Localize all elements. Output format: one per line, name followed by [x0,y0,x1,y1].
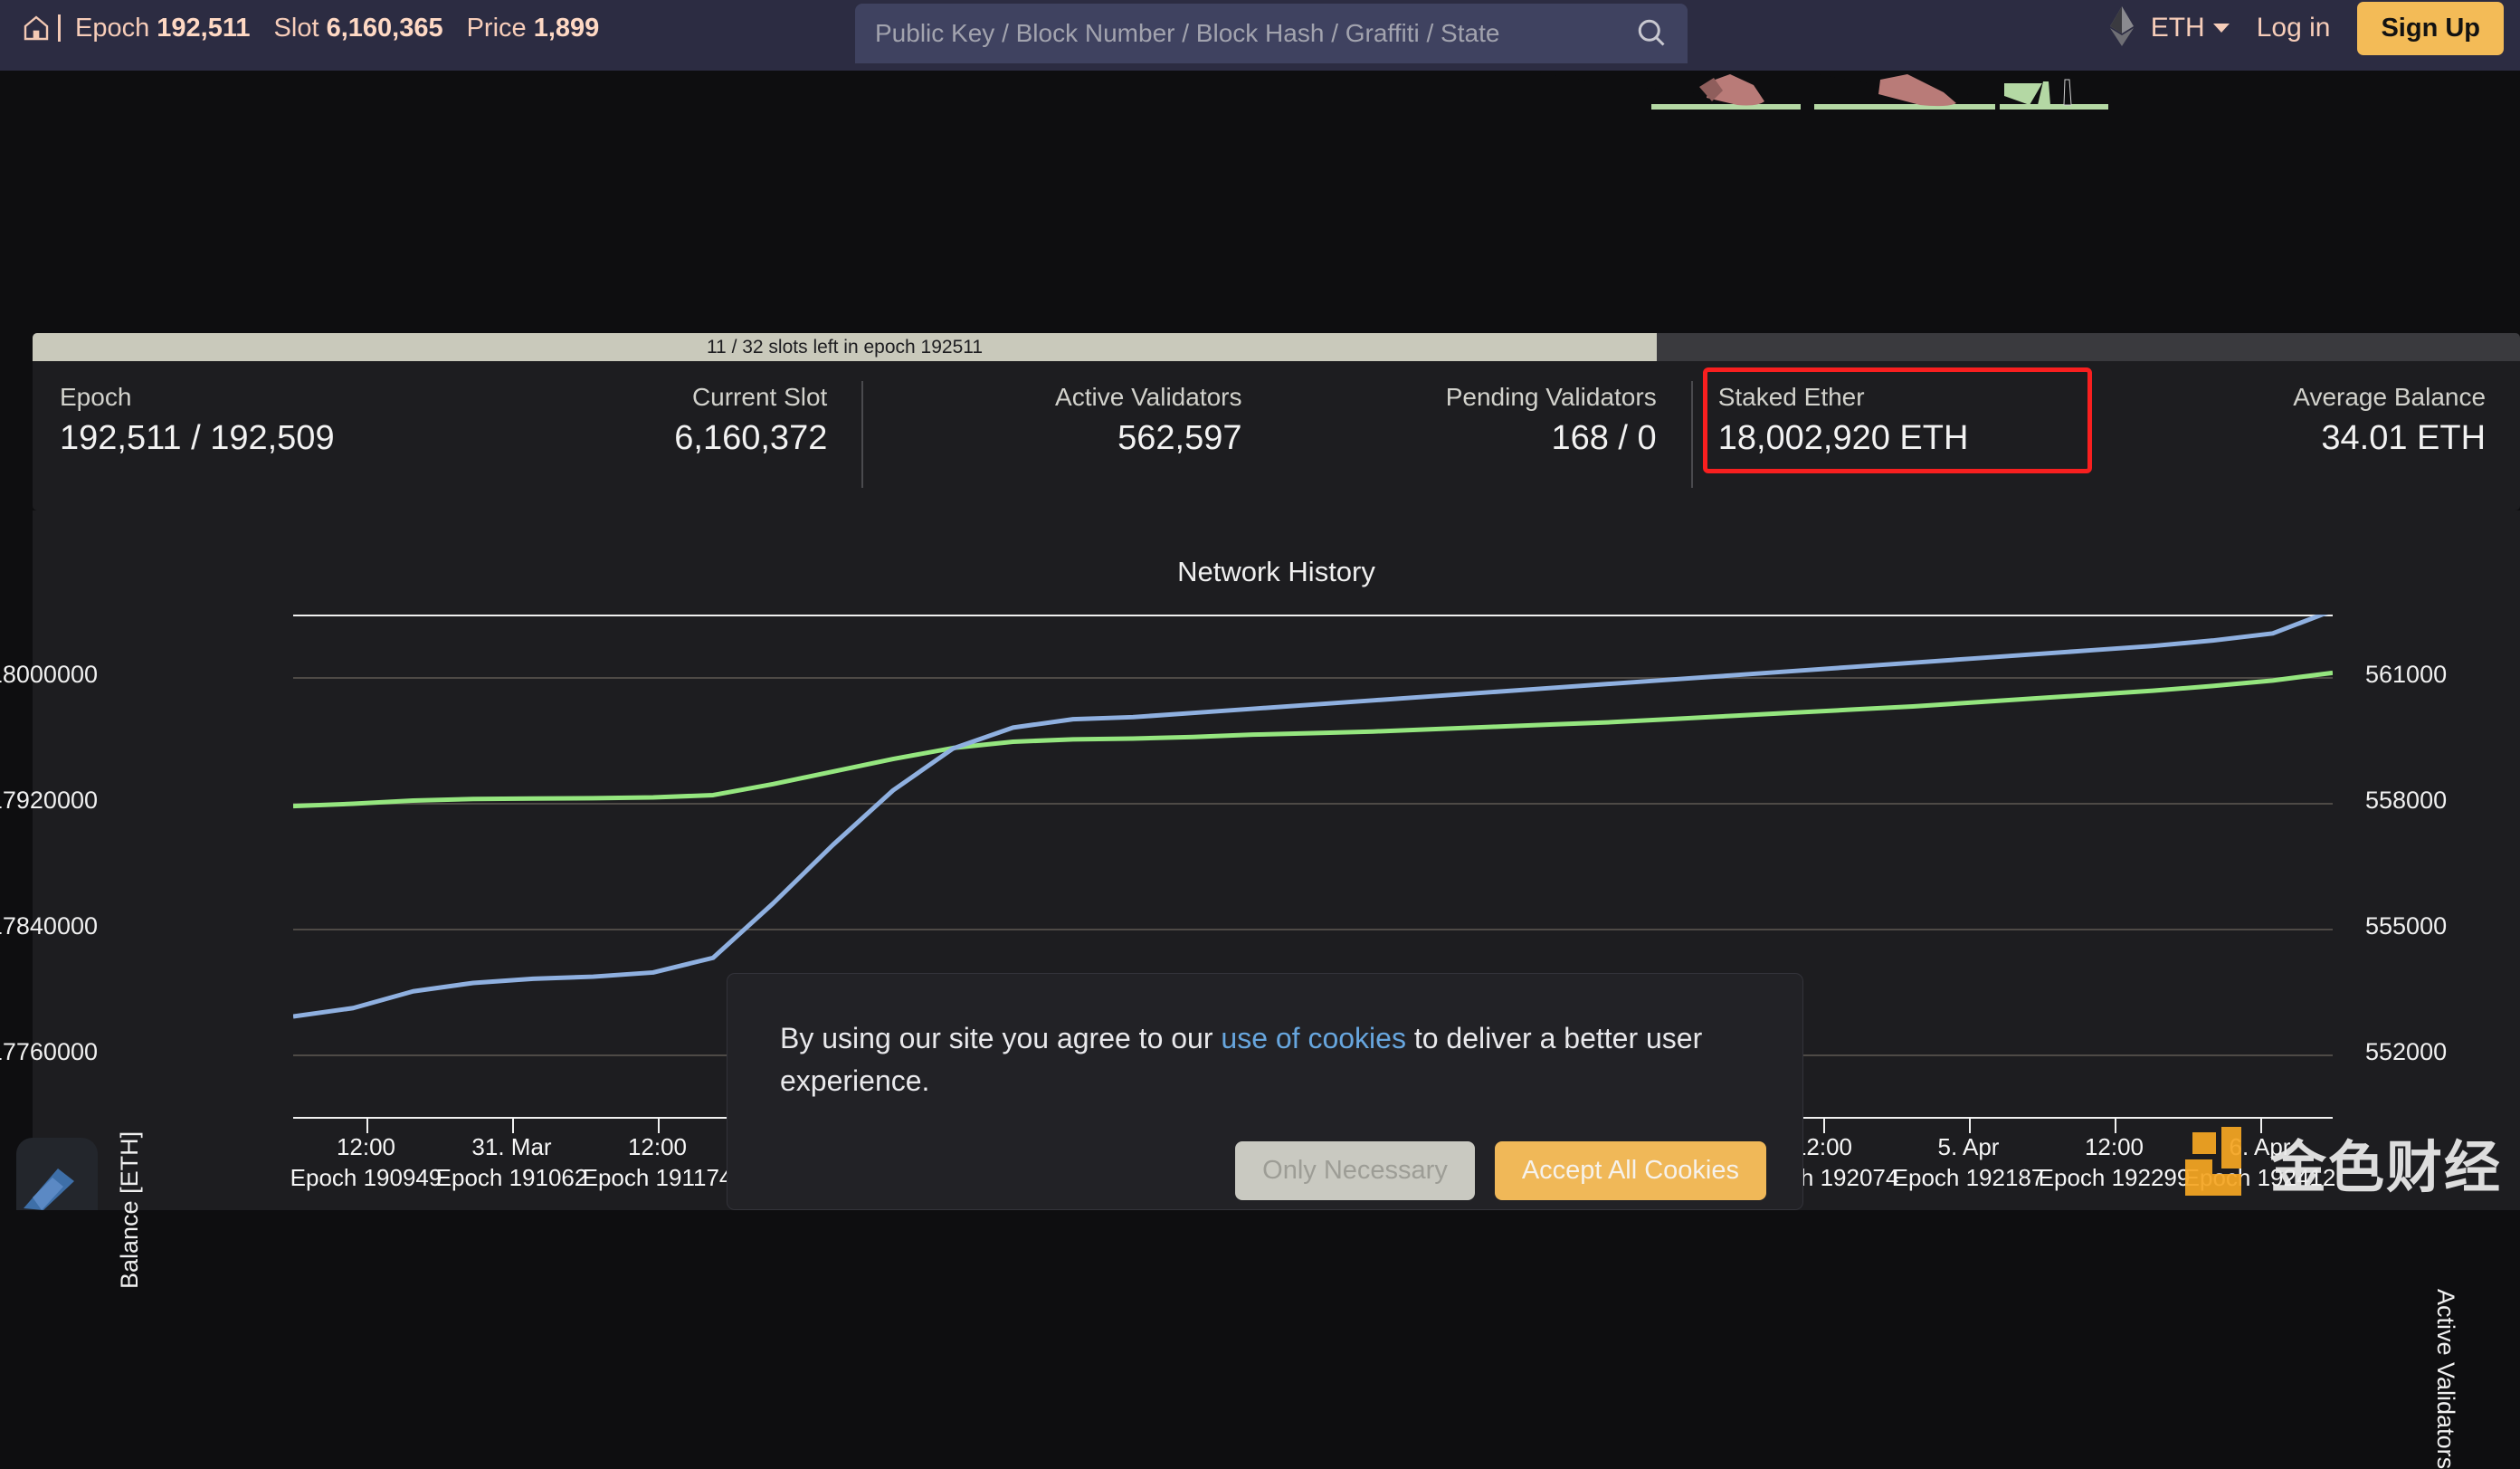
accept-all-cookies-button[interactable]: Accept All Cookies [1495,1141,1766,1200]
login-link[interactable]: Log in [2257,13,2331,43]
currency-selector-label: ETH [2151,13,2205,43]
cookie-consent-banner: By using our site you agree to our use o… [727,973,1803,1210]
home-icon[interactable] [20,12,52,44]
chart-x-tick-date: 5. Apr [1938,1133,2000,1160]
header-right-nav: ETH Log in Sign Up [2109,0,2504,56]
header-stat-epoch[interactable]: Epoch 192,511 [75,14,251,43]
stat-card-current-slot[interactable]: Current Slot 6,160,372 [447,361,861,510]
stat-cards-row: Epoch 192,511 / 192,509 Current Slot 6,1… [33,361,2520,510]
chart-y2-tick-label: 561000 [2365,661,2447,689]
cookie-banner-actions: Only Necessary Accept All Cookies [1235,1141,1766,1200]
chart-y-tick-label: 17920000 [0,787,98,815]
stat-card-active-validators-value: 562,597 [861,419,1276,458]
stat-card-average-balance-value: 34.01 ETH [2106,419,2520,458]
cookie-banner-text: By using our site you agree to our use o… [727,974,1802,1103]
chart-title: Network History [33,510,2520,588]
stat-divider [861,381,863,488]
stat-card-staked-ether-label: Staked Ether [1691,383,2106,412]
chart-y2-axis-title: Active Validators [2431,1289,2459,1469]
header-stat-slot-value: 6,160,365 [327,14,443,43]
corner-widget-icon[interactable] [16,1138,98,1210]
chart-y-tick-label: 17840000 [0,912,98,940]
search-bar[interactable] [855,4,1688,63]
stat-card-epoch[interactable]: Epoch 192,511 / 192,509 [33,361,447,510]
stat-card-average-balance-label: Average Balance [2106,383,2520,412]
currency-selector[interactable]: ETH [2151,13,2230,43]
stat-card-pending-validators-value: 168 / 0 [1277,419,1691,458]
walking-feet-illustration [0,56,2520,112]
stat-card-average-balance[interactable]: Average Balance 34.01 ETH [2106,361,2520,510]
watermark: 金色财经 [2185,1121,2502,1203]
stat-card-current-slot-label: Current Slot [447,383,861,412]
search-icon[interactable] [1635,16,1668,53]
chart-y-tick-label: 18000000 [0,661,98,689]
network-stats-panel: 11 / 32 slots left in epoch 192511 Epoch… [33,333,2520,510]
only-necessary-button[interactable]: Only Necessary [1235,1141,1475,1200]
stat-divider [1691,381,1693,488]
header-stat-price-value: 1,899 [534,14,600,43]
chart-y2-tick-label: 552000 [2365,1038,2447,1066]
stat-card-current-slot-value: 6,160,372 [447,419,861,458]
epoch-progress-bar: 11 / 32 slots left in epoch 192511 [33,333,2520,361]
header-stat-slot-label: Slot [274,14,319,43]
chevron-down-icon [2213,24,2230,33]
stat-card-pending-validators-label: Pending Validators [1277,383,1691,412]
header-stat-epoch-label: Epoch [75,14,149,43]
epoch-progress-label: 11 / 32 slots left in epoch 192511 [33,337,1657,358]
signup-button[interactable]: Sign Up [2357,2,2504,55]
ethereum-diamond-icon [2109,6,2135,51]
stat-card-epoch-value: 192,511 / 192,509 [33,419,447,458]
search-input[interactable] [875,19,1617,48]
stat-card-staked-ether-value: 18,002,920 ETH [1691,419,2106,458]
cookie-text-before: By using our site you agree to our [780,1022,1221,1054]
watermark-logo-icon [2185,1127,2258,1197]
chart-y-tick-label: 17760000 [0,1038,98,1066]
chart-x-tick-date: 31. Mar [471,1133,551,1160]
stat-card-staked-ether[interactable]: Staked Ether 18,002,920 ETH [1691,361,2106,510]
stat-card-pending-validators[interactable]: Pending Validators 168 / 0 [1277,361,1691,510]
header-stat-price[interactable]: Price 1,899 [467,14,600,43]
chart-series-line [293,615,2333,1016]
chart-y2-tick-label: 558000 [2365,787,2447,815]
stat-card-epoch-label: Epoch [33,383,447,412]
header-stat-slot[interactable]: Slot 6,160,365 [274,14,443,43]
watermark-text: 金色财经 [2270,1121,2502,1203]
header-stat-price-label: Price [467,14,527,43]
chart-y2-tick-label: 555000 [2365,912,2447,940]
chart-x-tick-date: 12:00 [628,1133,687,1160]
stat-card-active-validators[interactable]: Active Validators 562,597 [861,361,1276,510]
stat-card-active-validators-label: Active Validators [861,383,1276,412]
chart-x-tick-date: 12:00 [337,1133,395,1160]
decorative-banner [0,56,2520,112]
cookie-policy-link[interactable]: use of cookies [1221,1022,1406,1054]
header-stat-epoch-value: 192,511 [157,14,250,43]
header-divider [58,14,61,42]
chart-series-line [293,672,2333,806]
chart-x-tick-date: 12:00 [2085,1133,2144,1160]
